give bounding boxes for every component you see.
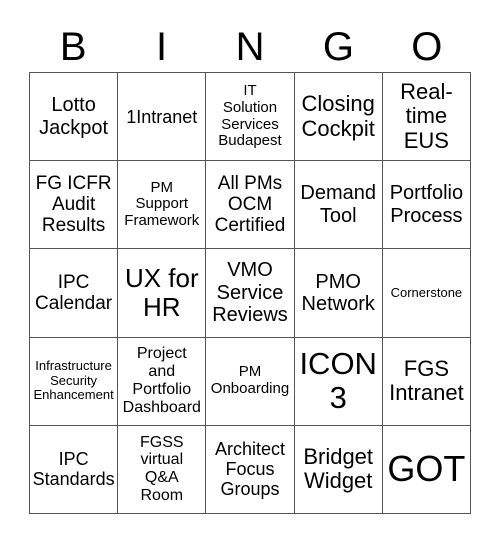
- cell-label: IPC Standards: [32, 449, 115, 490]
- cell-label: VMO Service Reviews: [212, 259, 288, 327]
- bingo-cell[interactable]: FGS Intranet: [382, 337, 471, 426]
- cell-label: Architect Focus Groups: [214, 439, 285, 500]
- bingo-cell[interactable]: UX for HR: [118, 249, 207, 338]
- cell-label: Real- time EUS: [400, 78, 453, 153]
- header-letter-g: G: [322, 25, 354, 69]
- cell-label: FGS Intranet: [389, 355, 464, 406]
- bingo-cell[interactable]: Lotto Jackpot: [30, 73, 119, 162]
- cell-label: UX for HR: [124, 262, 199, 322]
- cell-label: FG ICFR Audit Results: [35, 172, 112, 237]
- bingo-cell[interactable]: Project and Portfolio Dashboard: [118, 337, 207, 426]
- bingo-cell[interactable]: Architect Focus Groups: [206, 425, 295, 514]
- bingo-cell[interactable]: IPC Calendar: [30, 249, 119, 338]
- cell-label: Cornerstone: [390, 284, 463, 300]
- bingo-cell[interactable]: PM Support Framework: [118, 161, 207, 250]
- header-letter-o: O: [411, 25, 443, 69]
- bingo-cell[interactable]: FG ICFR Audit Results: [30, 161, 119, 250]
- bingo-cell[interactable]: Portfolio Process: [382, 161, 471, 250]
- bingo-cell[interactable]: 1Intranet: [118, 73, 207, 162]
- bingo-cell[interactable]: Real- time EUS: [382, 73, 471, 162]
- bingo-cell[interactable]: Closing Cockpit: [294, 73, 383, 162]
- cell-label: Portfolio Process: [389, 182, 464, 227]
- bingo-cell[interactable]: PM Onboarding: [206, 337, 295, 426]
- header-letter-b: B: [59, 25, 87, 69]
- bingo-cell[interactable]: IT Solution Services Budapest: [206, 73, 295, 162]
- cell-label: Lotto Jackpot: [39, 94, 109, 139]
- bingo-cell[interactable]: All PMs OCM Certified: [206, 161, 295, 250]
- header-letter-i: I: [156, 25, 168, 69]
- cell-label: Closing Cockpit: [301, 90, 375, 141]
- cell-label: 1Intranet: [126, 106, 198, 127]
- cell-label: PMO Network: [301, 270, 375, 315]
- cell-label: Project and Portfolio Dashboard: [122, 345, 201, 417]
- bingo-cell[interactable]: VMO Service Reviews: [206, 249, 295, 338]
- bingo-cell[interactable]: PMO Network: [294, 249, 383, 338]
- cell-label: PM Onboarding: [210, 363, 290, 398]
- cell-label: Bridget Widget: [303, 443, 374, 494]
- cell-label: ICON 3: [299, 346, 377, 416]
- cell-label: All PMs OCM Certified: [214, 172, 286, 237]
- bingo-cell[interactable]: Demand Tool: [294, 161, 383, 250]
- bingo-cell[interactable]: Cornerstone: [382, 249, 471, 338]
- bingo-cell[interactable]: IPC Standards: [30, 425, 119, 514]
- bingo-cell[interactable]: GOT: [382, 425, 471, 514]
- bingo-card-grid: Lotto Jackpot 1Intranet IT Solution Serv…: [29, 72, 471, 514]
- cell-label: GOT: [387, 448, 466, 490]
- cell-label: Demand Tool: [300, 182, 376, 227]
- bingo-cell[interactable]: Bridget Widget: [294, 425, 383, 514]
- cell-label: IT Solution Services Budapest: [218, 82, 282, 150]
- bingo-cell[interactable]: FGSS virtual Q&A Room: [118, 425, 207, 514]
- header-letter-n: N: [235, 25, 265, 69]
- cell-label: Infrastructure Security Enhancement: [33, 358, 114, 403]
- cell-label: IPC Calendar: [35, 271, 113, 314]
- cell-label: PM Support Framework: [124, 178, 200, 230]
- bingo-cell[interactable]: ICON 3: [294, 337, 383, 426]
- cell-label: FGSS virtual Q&A Room: [140, 433, 184, 505]
- bingo-cell[interactable]: Infrastructure Security Enhancement: [30, 337, 119, 426]
- bingo-header: B I N G O: [29, 22, 471, 72]
